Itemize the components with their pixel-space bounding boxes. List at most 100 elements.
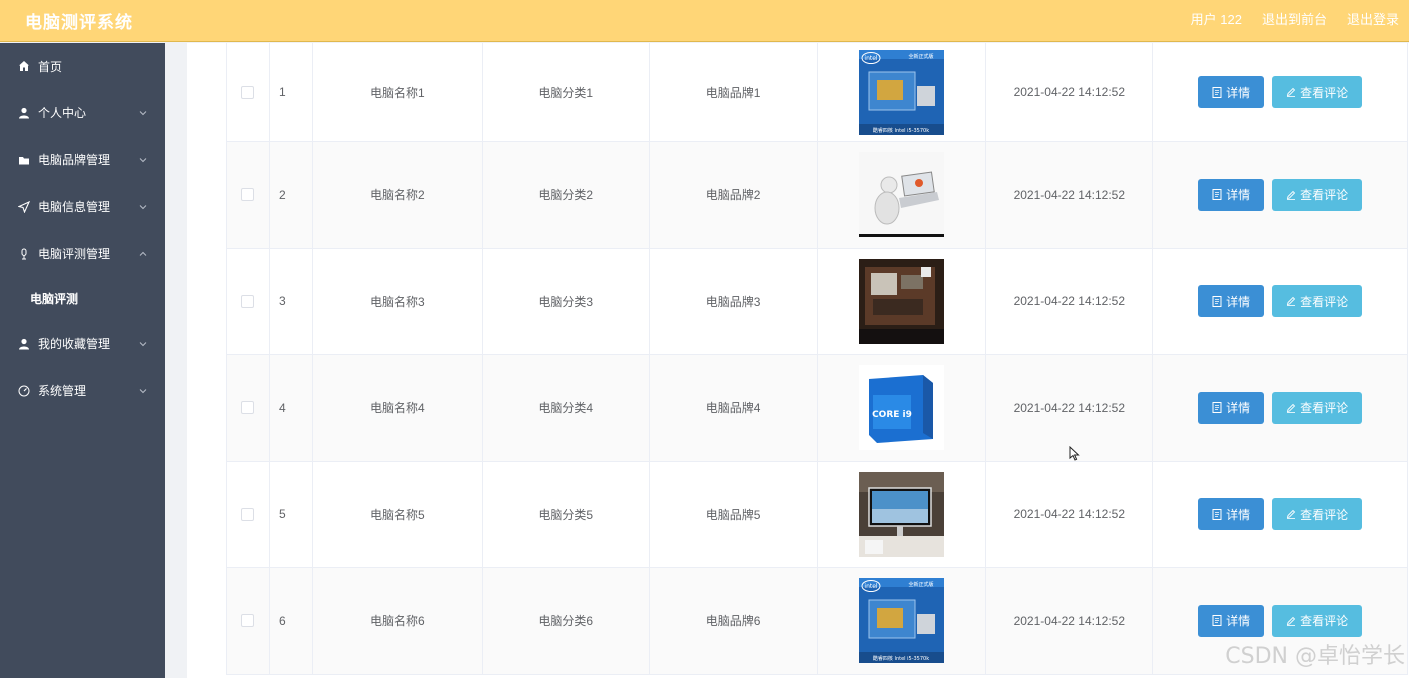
sidebar-item-review-management[interactable]: 电脑评测管理 [0,230,165,277]
sidebar: 首页 个人中心 电脑品牌管理 电脑信息管理 电脑评测管理 电脑评测 我的收藏管理 [0,43,165,678]
image-cell: intel 全新正式版 酷睿四核 Intel i5-3570k [818,43,987,141]
row-checkbox[interactable] [241,294,255,308]
user-label[interactable]: 用户 122 [1191,9,1242,28]
sidebar-item-personal-center[interactable]: 个人中心 [0,89,165,136]
actions-cell: 详情 查看评论 [1153,355,1409,461]
index-cell: 5 [270,461,313,567]
detail-button[interactable]: 详情 [1198,178,1265,211]
index-cell: 4 [270,355,313,461]
chevron-down-icon [139,341,147,346]
svg-text:intel: intel [864,55,878,62]
document-icon [1212,402,1222,414]
edit-icon [1286,297,1296,307]
sidebar-subitem-review[interactable]: 电脑评测 [0,277,165,320]
detail-button[interactable]: 详情 [1198,76,1265,108]
computer-name-cell: 电脑名称3 [313,248,483,354]
checkbox-cell [227,355,270,461]
computer-name-cell: 电脑名称5 [313,461,483,567]
table-row: 3 电脑名称3 电脑分类3 电脑品牌3 2021-04-22 14:12:52 … [227,248,1409,355]
view-comments-button[interactable]: 查看评论 [1272,498,1363,531]
gauge-icon [17,384,31,398]
category-cell: 电脑分类2 [483,142,650,248]
back-to-front-link[interactable]: 退出到前台 [1262,9,1327,28]
edit-icon [1286,510,1296,520]
view-comments-button[interactable]: 查看评论 [1272,76,1363,108]
table-panel: 1 电脑名称1 电脑分类1 电脑品牌1 intel 全新正式版 酷睿四核 Int… [187,43,1409,678]
sidebar-item-label: 个人中心 [38,106,87,120]
actions-cell: 详情 查看评论 [1153,248,1409,354]
product-image [858,471,944,557]
detail-button-label: 详情 [1226,401,1251,416]
edit-icon [1286,190,1296,200]
view-comments-button-label: 查看评论 [1300,85,1349,100]
view-comments-button[interactable]: 查看评论 [1272,391,1363,424]
checkbox-cell [227,568,270,674]
svg-text:酷睿四核 Intel i5-3570k: 酷睿四核 Intel i5-3570k [873,655,929,662]
detail-button-label: 详情 [1226,188,1251,203]
document-icon [1212,508,1222,520]
brand-cell: 电脑品牌6 [650,568,818,674]
svg-text:全新正式版: 全新正式版 [908,53,933,60]
product-image: CORE i9 [858,365,944,451]
view-comments-button[interactable]: 查看评论 [1272,178,1363,211]
sidebar-item-label: 系统管理 [38,384,87,398]
watermark: CSDN @卓怡学长 [1225,644,1405,669]
brand-cell: 电脑品牌3 [650,248,818,354]
logout-link[interactable]: 退出登录 [1347,9,1399,28]
detail-button[interactable]: 详情 [1198,391,1265,424]
sidebar-item-system-management[interactable]: 系统管理 [0,367,165,414]
actions-cell: 详情 查看评论 [1153,461,1409,567]
time-cell: 2021-04-22 14:12:52 [986,43,1154,141]
header-actions: 用户 122 退出到前台 退出登录 [1191,9,1399,28]
detail-button-label: 详情 [1226,507,1251,522]
computer-name-cell: 电脑名称4 [313,355,483,461]
row-checkbox[interactable] [241,188,255,202]
image-cell: CORE i9 [818,355,987,461]
detail-button-label: 详情 [1226,614,1251,629]
chevron-down-icon [139,204,147,209]
row-checkbox[interactable] [241,614,255,628]
row-checkbox[interactable] [241,85,255,99]
computer-name-cell: 电脑名称1 [313,43,483,141]
svg-text:CORE i9: CORE i9 [872,410,912,420]
view-comments-button-label: 查看评论 [1300,401,1349,416]
row-checkbox[interactable] [241,401,255,415]
category-cell: 电脑分类4 [483,355,650,461]
chevron-down-icon [139,157,147,162]
svg-text:酷睿四核 Intel i5-3570k: 酷睿四核 Intel i5-3570k [873,127,929,134]
checkbox-cell [227,43,270,141]
send-icon [17,200,31,214]
image-cell [818,461,987,567]
sidebar-item-favorites-management[interactable]: 我的收藏管理 [0,320,165,367]
time-cell: 2021-04-22 14:12:52 [986,461,1154,567]
view-comments-button-label: 查看评论 [1300,294,1349,309]
product-image: intel 全新正式版 酷睿四核 Intel i5-3570k [858,49,944,135]
edit-icon [1286,616,1296,626]
index-cell: 3 [270,248,313,354]
sidebar-item-label: 我的收藏管理 [38,337,111,351]
chevron-down-icon [139,110,147,115]
detail-button[interactable]: 详情 [1198,285,1265,318]
category-cell: 电脑分类3 [483,248,650,354]
document-icon [1212,86,1222,98]
document-icon [1212,189,1222,201]
actions-cell: 详情 查看评论 [1153,142,1409,248]
sidebar-item-brand-management[interactable]: 电脑品牌管理 [0,136,165,183]
view-comments-button-label: 查看评论 [1300,188,1349,203]
user-icon [17,337,31,351]
top-bar: 电脑测评系统 用户 122 退出到前台 退出登录 [0,0,1409,42]
table-row: 1 电脑名称1 电脑分类1 电脑品牌1 intel 全新正式版 酷睿四核 Int… [227,43,1409,142]
image-cell [818,142,987,248]
detail-button[interactable]: 详情 [1198,498,1265,531]
view-comments-button[interactable]: 查看评论 [1272,285,1363,318]
view-comments-button[interactable]: 查看评论 [1272,604,1363,637]
sidebar-item-info-management[interactable]: 电脑信息管理 [0,183,165,230]
row-checkbox[interactable] [241,507,255,521]
app-title: 电脑测评系统 [25,13,133,32]
main-content: 1 电脑名称1 电脑分类1 电脑品牌1 intel 全新正式版 酷睿四核 Int… [165,43,1409,678]
edit-icon [1286,403,1296,413]
document-icon [1212,615,1222,627]
detail-button[interactable]: 详情 [1198,604,1265,637]
sidebar-item-home[interactable]: 首页 [0,43,165,89]
microphone-icon [17,247,31,261]
